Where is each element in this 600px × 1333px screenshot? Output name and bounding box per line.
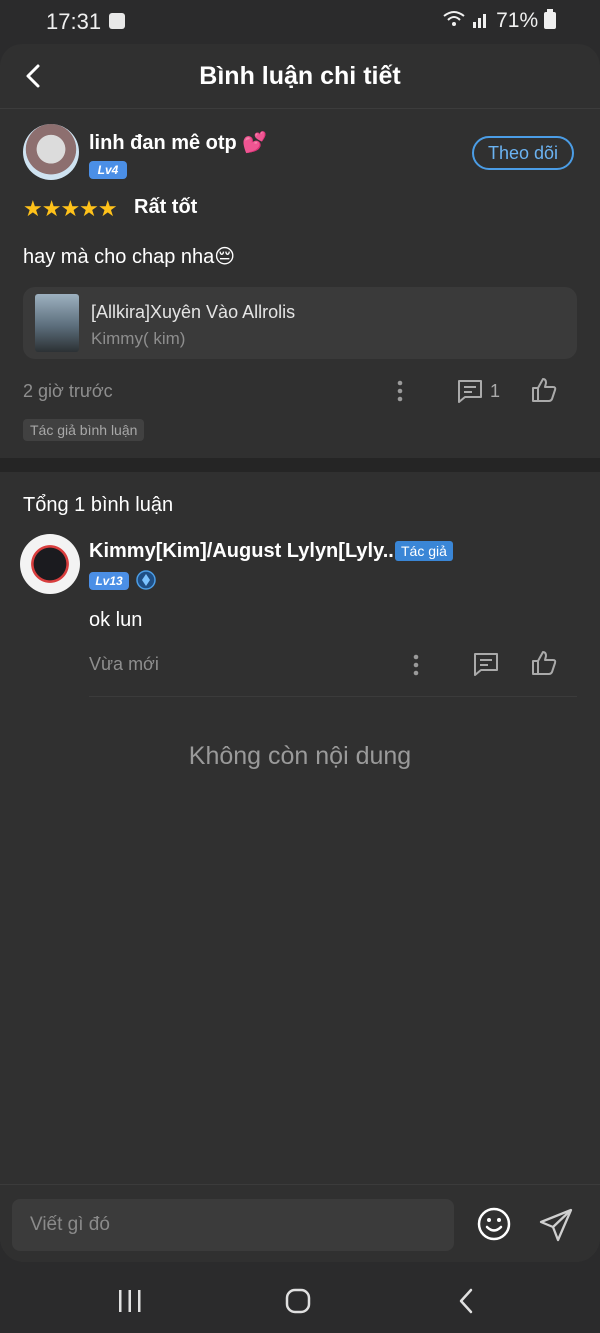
star-rating: ★★★★★ bbox=[23, 196, 118, 221]
more-vertical-icon[interactable] bbox=[408, 652, 424, 678]
book-cover-image bbox=[35, 294, 79, 352]
comment-icon[interactable] bbox=[472, 651, 500, 677]
book-title: [Allkira]Xuyên Vào Allrolis bbox=[91, 302, 296, 322]
comment-text: hay mà cho chap nha😔 bbox=[23, 246, 236, 268]
battery-icon bbox=[544, 9, 556, 29]
recent-apps-icon[interactable] bbox=[116, 1288, 144, 1314]
comment-detail-screen: Bình luận chi tiết linh đan mê otp 💕 Lv4… bbox=[0, 44, 600, 1262]
reply-count: 1 bbox=[490, 381, 501, 401]
level-badge: Lv4 bbox=[89, 161, 127, 179]
reply-text: ok lun bbox=[89, 609, 143, 631]
smiley-icon[interactable] bbox=[477, 1207, 511, 1241]
comment-input[interactable]: Viết gì đó bbox=[12, 1199, 454, 1251]
thumbs-up-icon[interactable] bbox=[530, 649, 558, 677]
status-bar: 17:31 71% bbox=[0, 0, 600, 44]
level-badge: Lv13 bbox=[89, 572, 129, 590]
total-comments: Tổng 1 bình luận bbox=[23, 494, 174, 516]
nav-back-icon[interactable] bbox=[456, 1287, 476, 1315]
status-time: 17:31 bbox=[46, 9, 102, 34]
comment-icon[interactable] bbox=[456, 378, 484, 404]
follow-button[interactable]: Theo dõi bbox=[472, 136, 574, 170]
author-comment-tag: Tác giả bình luận bbox=[23, 419, 145, 441]
rating-label: Rất tốt bbox=[134, 196, 198, 218]
gem-icon bbox=[136, 570, 156, 590]
comment-composer: Viết gì đó bbox=[0, 1184, 600, 1262]
username[interactable]: linh đan mê otp 💕 bbox=[89, 130, 267, 155]
avatar[interactable] bbox=[20, 534, 80, 594]
status-right: 71% bbox=[442, 9, 556, 33]
thumbs-up-icon[interactable] bbox=[530, 376, 558, 404]
book-author: Kimmy( kim) bbox=[91, 329, 186, 348]
wifi-icon bbox=[443, 11, 466, 26]
more-vertical-icon[interactable] bbox=[392, 378, 408, 404]
notification-check-icon bbox=[109, 13, 125, 29]
book-card[interactable]: [Allkira]Xuyên Vào Allrolis Kimmy( kim) bbox=[23, 287, 577, 359]
battery-percent: 71% bbox=[496, 9, 539, 32]
reply-divider bbox=[89, 696, 577, 697]
system-nav-bar bbox=[0, 1262, 600, 1333]
top-bar: Bình luận chi tiết bbox=[0, 44, 600, 109]
section-divider bbox=[0, 458, 600, 472]
home-icon[interactable] bbox=[284, 1287, 312, 1315]
send-icon[interactable] bbox=[538, 1207, 574, 1243]
username[interactable]: Kimmy[Kim]/August Lylyn[Lyly... bbox=[89, 540, 399, 563]
reply-time: Vừa mới bbox=[89, 654, 159, 674]
comment-time: 2 giờ trước bbox=[23, 381, 113, 401]
page-title: Bình luận chi tiết bbox=[199, 62, 401, 90]
no-more-content: Không còn nội dung bbox=[188, 742, 412, 770]
signal-icon bbox=[473, 14, 487, 28]
author-badge: Tác giả bbox=[395, 541, 453, 561]
avatar[interactable] bbox=[23, 124, 79, 180]
